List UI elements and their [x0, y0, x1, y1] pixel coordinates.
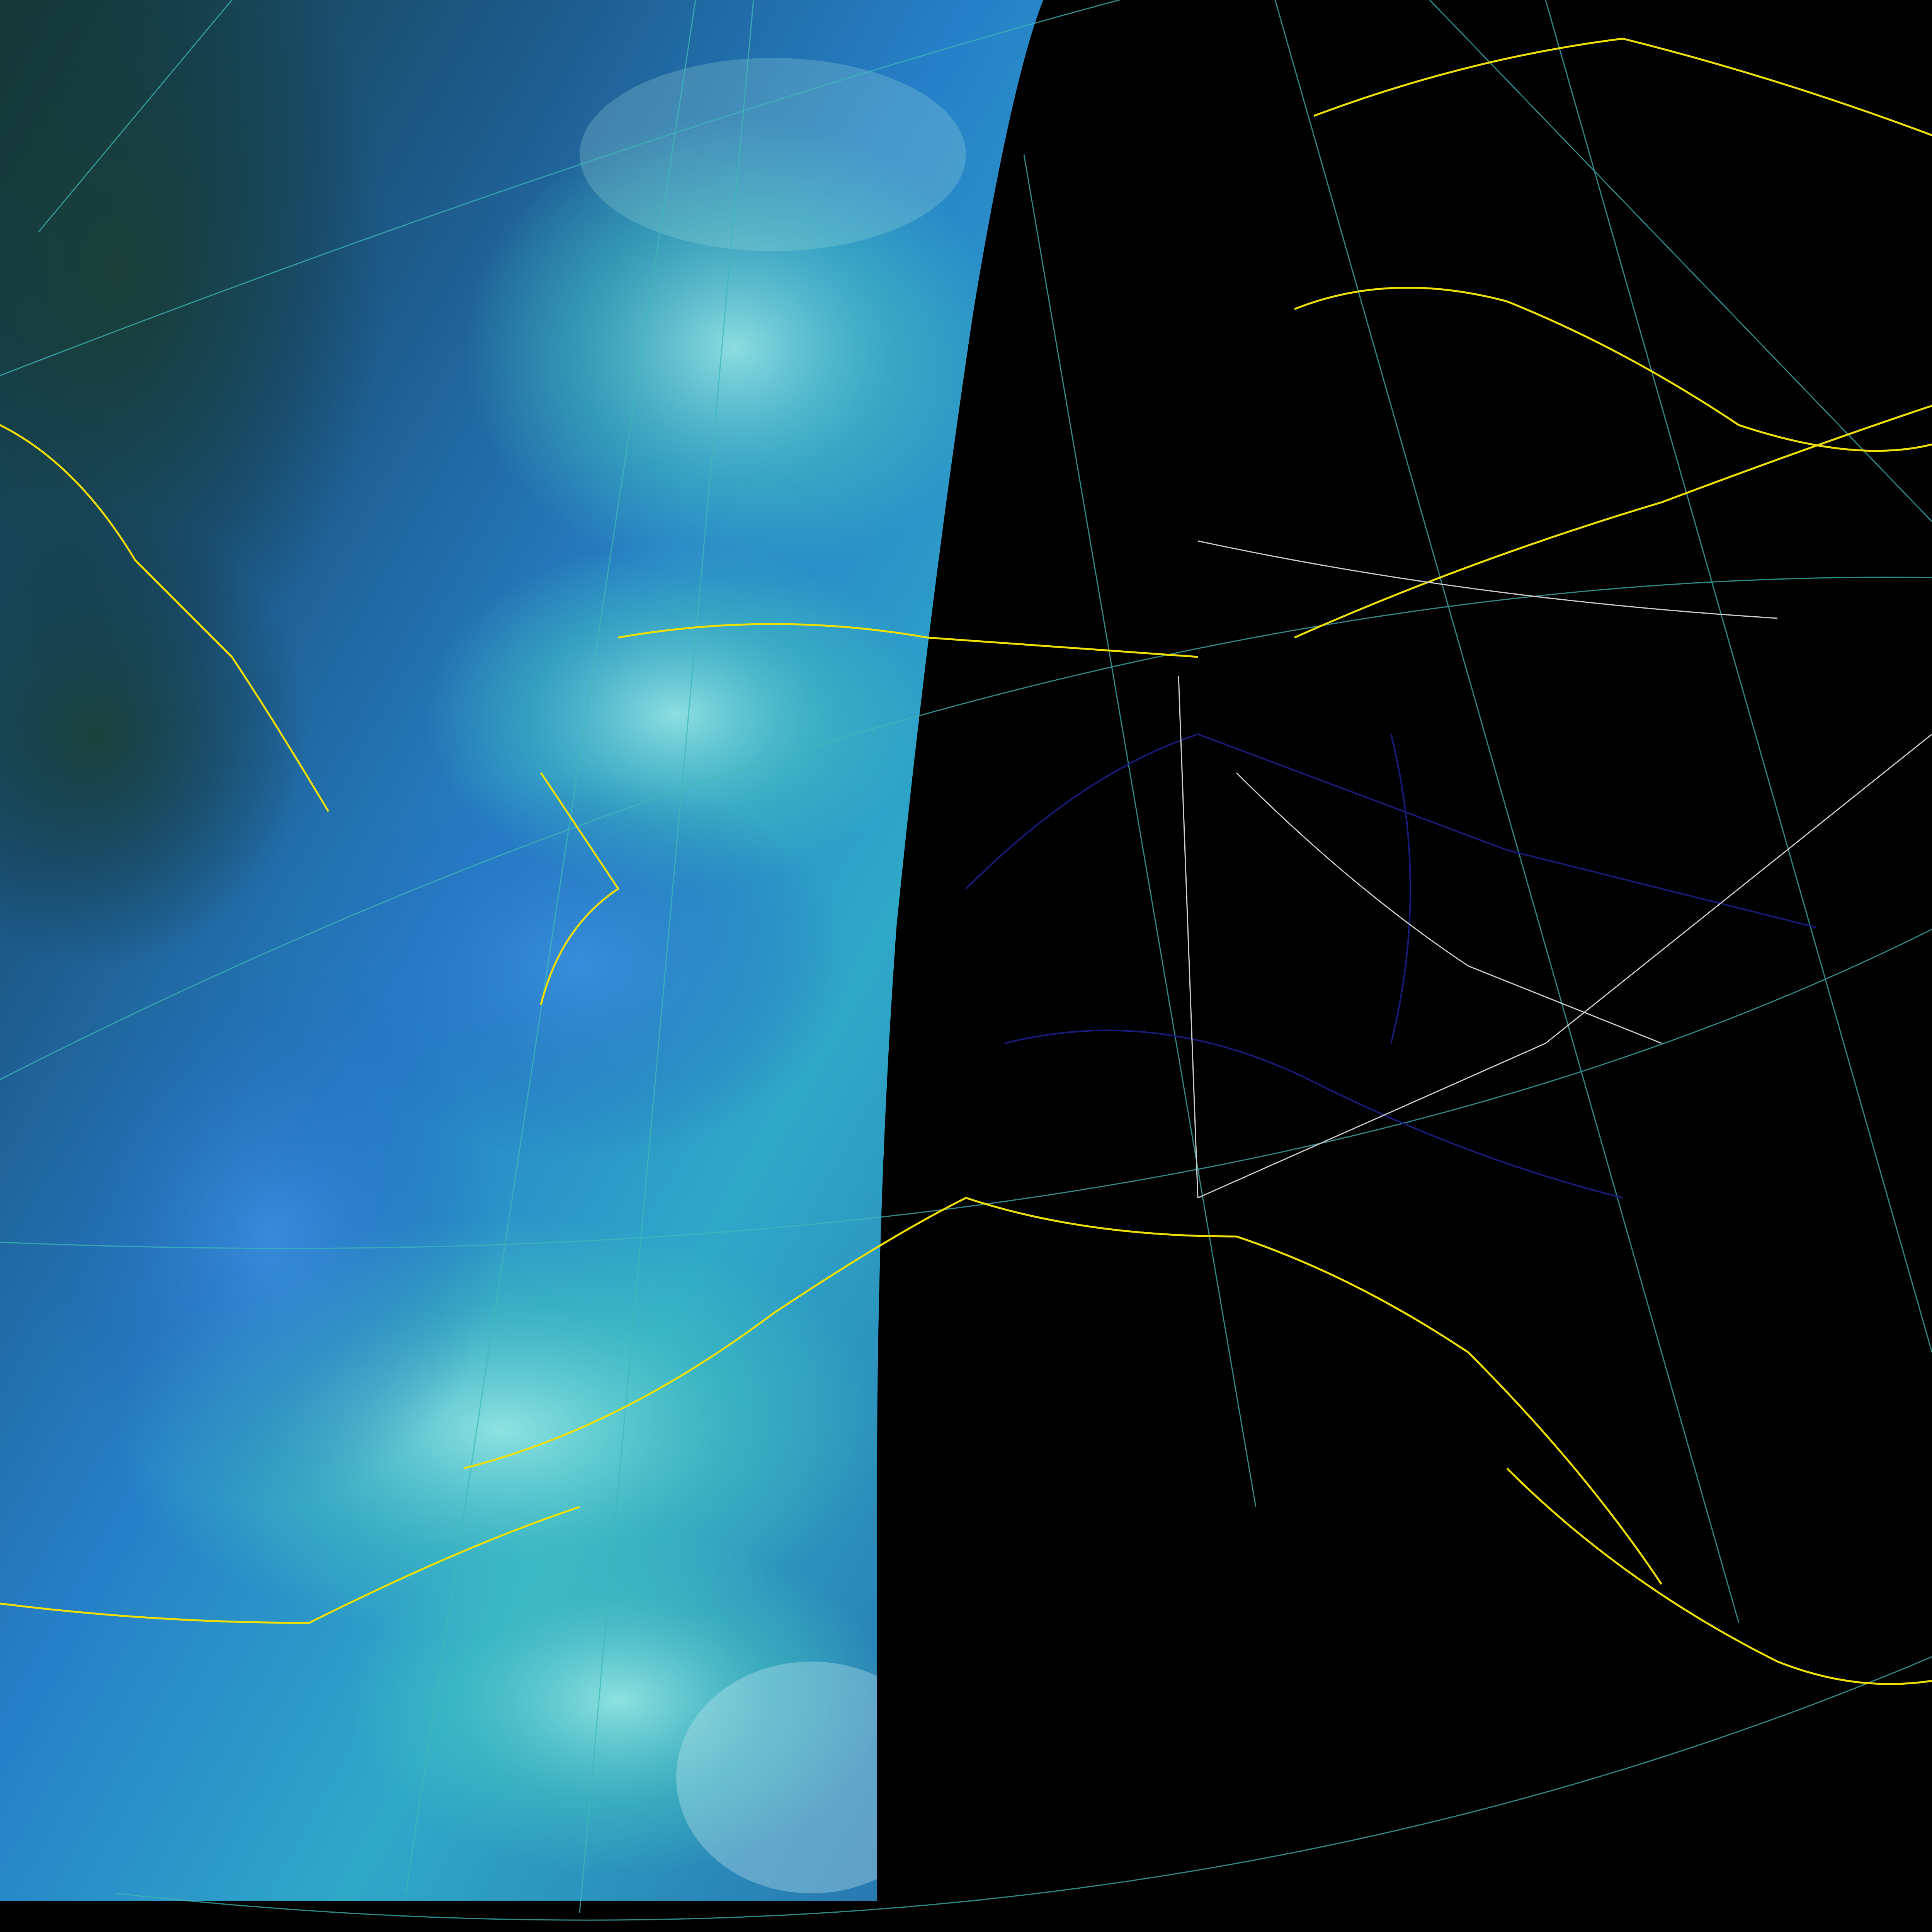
rivers — [965, 733, 1816, 1199]
satellite-swath — [0, 0, 1043, 1901]
political-borders — [1178, 540, 1932, 1199]
satellite-map — [0, 0, 1932, 1921]
